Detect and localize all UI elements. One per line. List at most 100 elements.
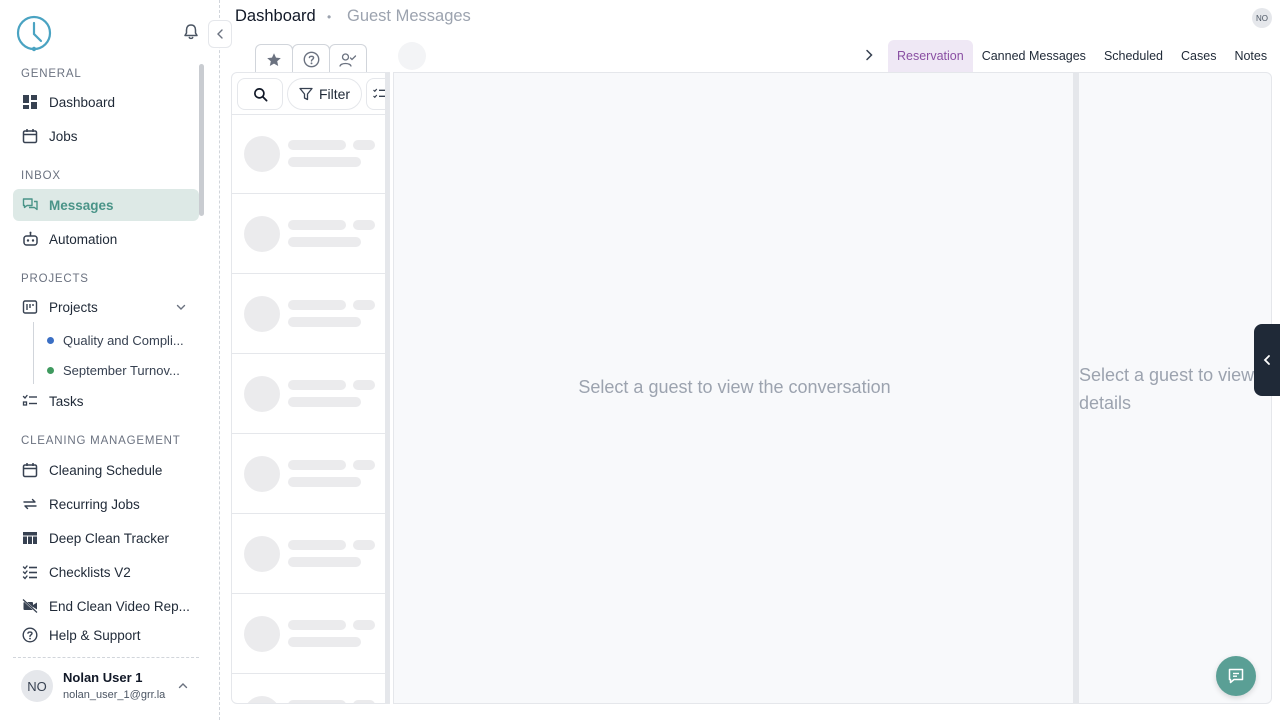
section-label-general: GENERAL <box>21 68 82 80</box>
sidebar-item-deep-clean-tracker[interactable]: Deep Clean Tracker <box>13 522 199 554</box>
breadcrumb-separator: • <box>327 10 332 24</box>
user-name: Nolan User 1 <box>63 670 143 685</box>
avatar[interactable]: NO <box>1252 8 1272 28</box>
filter-button[interactable]: Filter <box>287 78 362 110</box>
tab-cases[interactable]: Cases <box>1172 40 1225 72</box>
user-email: nolan_user_1@grr.la <box>63 689 166 701</box>
section-label-cleaning: CLEANING MANAGEMENT <box>21 435 181 447</box>
robot-icon <box>21 230 39 248</box>
list-item[interactable] <box>232 274 386 354</box>
sidebar-item-help-support[interactable]: Help & Support <box>13 619 199 651</box>
detail-tabs: Reservation Canned Messages Scheduled Ca… <box>888 40 1276 72</box>
sidebar-item-recurring-jobs[interactable]: Recurring Jobs <box>13 488 199 520</box>
sidebar-item-label: Checklists V2 <box>49 564 131 580</box>
guest-details-panel: Select a guest to view details <box>1079 72 1272 704</box>
messages-icon <box>21 196 39 214</box>
conversation-panel: Select a guest to view the conversation <box>393 72 1074 704</box>
star-icon <box>267 52 281 66</box>
sidebar-item-label: Automation <box>49 231 118 247</box>
loading-placeholder <box>398 42 426 70</box>
sidebar-subitem-project-1[interactable]: September Turnov... <box>13 356 199 384</box>
sidebar-item-label: Jobs <box>49 128 78 144</box>
inbox-filter-tabs <box>255 44 367 74</box>
help-circle-icon <box>21 626 39 644</box>
notification-bell-icon[interactable] <box>181 22 201 42</box>
project-color-dot <box>47 336 54 344</box>
chevron-right-icon[interactable] <box>862 48 876 62</box>
details-empty-state: Select a guest to view details <box>1079 365 1255 413</box>
search-button[interactable] <box>237 78 283 110</box>
calendar-icon <box>21 461 39 479</box>
sidebar-item-label: Projects <box>49 299 98 315</box>
tab-starred[interactable] <box>255 44 293 74</box>
repeat-icon <box>21 495 39 513</box>
project-color-dot <box>47 366 54 374</box>
sidebar-item-end-clean-video[interactable]: End Clean Video Rep... <box>13 590 199 622</box>
tab-reservation[interactable]: Reservation <box>888 40 973 72</box>
projects-icon <box>21 298 39 316</box>
sidebar-item-label: Cleaning Schedule <box>49 462 163 478</box>
conversation-empty-state: Select a guest to view the conversation <box>578 377 891 397</box>
sidebar-item-tasks[interactable]: Tasks <box>13 385 199 417</box>
sidebar-item-label: Messages <box>49 197 114 213</box>
sidebar-scrollbar[interactable] <box>199 64 204 216</box>
help-circle-icon <box>303 51 319 68</box>
calendar-icon <box>21 127 39 145</box>
user-profile-card[interactable]: NO Nolan User 1 nolan_user_1@grr.la <box>13 657 199 713</box>
sidebar-subitem-label: Quality and Compli... <box>63 332 184 348</box>
tab-notes[interactable]: Notes <box>1225 40 1276 72</box>
avatar: NO <box>21 670 53 702</box>
tasks-icon <box>21 392 39 410</box>
sidebar-subitem-project-0[interactable]: Quality and Compli... <box>13 326 199 354</box>
filter-label: Filter <box>318 86 351 102</box>
sidebar-item-label: Deep Clean Tracker <box>49 530 170 546</box>
list-item[interactable] <box>232 434 386 514</box>
section-label-inbox: INBOX <box>21 170 61 182</box>
sidebar-item-label: Dashboard <box>49 94 116 110</box>
table-icon <box>21 529 39 547</box>
section-label-projects: PROJECTS <box>21 273 89 285</box>
list-item[interactable] <box>232 514 386 594</box>
sidebar-subitem-label: September Turnov... <box>63 362 180 378</box>
breadcrumb-home[interactable]: Dashboard <box>235 7 316 26</box>
list-item[interactable] <box>232 114 386 194</box>
resize-handle[interactable] <box>385 72 390 704</box>
sidebar: GENERAL Dashboard Jobs INBOX Messages Au… <box>0 0 220 720</box>
dashboard-icon <box>21 93 39 111</box>
tab-assigned-to-me[interactable] <box>329 44 367 74</box>
conversation-list: Filter <box>231 72 387 704</box>
collapse-sidebar-button[interactable] <box>208 20 232 48</box>
sidebar-item-label: End Clean Video Rep... <box>49 598 190 614</box>
sidebar-item-checklists-v2[interactable]: Checklists V2 <box>13 556 199 588</box>
chevron-left-icon <box>1263 355 1270 365</box>
breadcrumb-current-page: Guest Messages <box>347 7 471 25</box>
tab-scheduled[interactable]: Scheduled <box>1095 40 1172 72</box>
sidebar-item-automation[interactable]: Automation <box>13 223 199 255</box>
checklist-icon <box>21 563 39 581</box>
chat-icon <box>1228 668 1244 684</box>
chevron-left-icon <box>217 29 223 39</box>
list-item[interactable] <box>232 594 386 674</box>
list-item[interactable] <box>232 354 386 434</box>
sidebar-item-label: Help & Support <box>49 627 141 643</box>
tab-canned-messages[interactable]: Canned Messages <box>973 40 1095 72</box>
chevron-down-icon[interactable] <box>175 301 187 313</box>
chevron-up-icon[interactable] <box>177 680 189 692</box>
list-item[interactable] <box>232 674 386 703</box>
video-off-icon <box>21 597 39 615</box>
list-item[interactable] <box>232 194 386 274</box>
sidebar-item-dashboard[interactable]: Dashboard <box>13 86 199 118</box>
search-icon <box>253 87 267 101</box>
details-drawer-toggle[interactable] <box>1254 324 1280 396</box>
bulk-select-button[interactable] <box>366 78 386 110</box>
sidebar-item-projects[interactable]: Projects <box>13 291 199 323</box>
sidebar-item-messages[interactable]: Messages <box>13 189 199 221</box>
sidebar-item-label: Recurring Jobs <box>49 496 140 512</box>
user-check-icon <box>339 52 357 67</box>
sidebar-item-jobs[interactable]: Jobs <box>13 120 199 152</box>
support-chat-button[interactable] <box>1216 656 1256 696</box>
app-logo-icon[interactable] <box>15 14 53 52</box>
tab-questions[interactable] <box>292 44 330 74</box>
sidebar-item-cleaning-schedule[interactable]: Cleaning Schedule <box>13 454 199 486</box>
sidebar-item-label: Tasks <box>49 393 84 409</box>
